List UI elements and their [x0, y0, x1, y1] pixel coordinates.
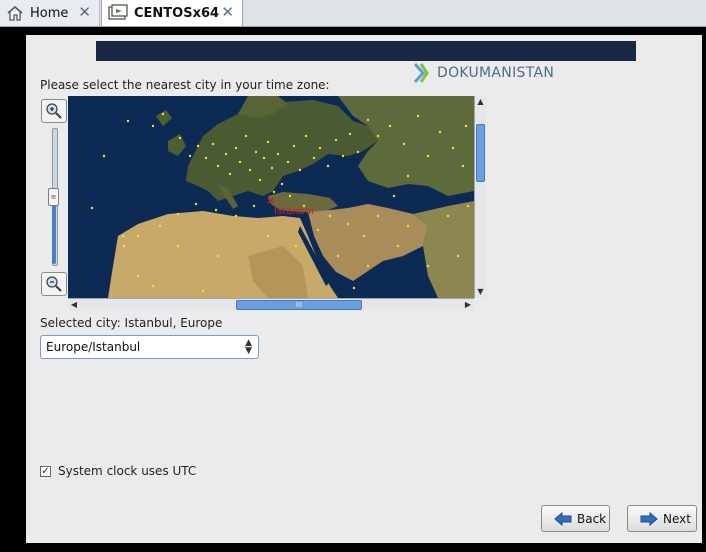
vm-border: [0, 27, 706, 35]
home-icon: [6, 5, 24, 21]
next-button[interactable]: Next: [627, 505, 697, 532]
tab-home-label: Home: [30, 5, 69, 21]
horizontal-scroll-thumb[interactable]: III: [236, 300, 362, 310]
map-city-label: Istanbul: [274, 206, 314, 217]
timezone-select-value: Europe/Istanbul: [46, 340, 141, 354]
installer-header-banner: [96, 41, 636, 61]
tab-centos[interactable]: CENTOSx64 ✕: [101, 0, 243, 26]
tab-bar: Home ✕ CENTOSx64 ✕: [0, 0, 706, 27]
vm-border-right: [702, 35, 706, 552]
vertical-scroll-thumb[interactable]: [476, 124, 485, 182]
tab-centos-label: CENTOSx64: [134, 5, 220, 21]
map-horizontal-scrollbar[interactable]: ◀ III ▶: [68, 298, 474, 311]
timezone-prompt: Please select the nearest city in your t…: [40, 78, 330, 92]
zoom-slider-handle[interactable]: ≡: [48, 188, 59, 206]
utc-option[interactable]: ✓ System clock uses UTC: [40, 464, 196, 478]
close-icon[interactable]: ✕: [78, 3, 91, 21]
zoom-slider-fill: [52, 203, 56, 264]
zoom-out-button[interactable]: [41, 272, 67, 296]
timezone-select[interactable]: Europe/Istanbul ▲ ▼: [40, 335, 259, 359]
arrow-right-icon: [640, 511, 658, 526]
back-button[interactable]: Back: [541, 505, 610, 532]
scroll-down-icon[interactable]: ▼: [475, 286, 486, 298]
scroll-up-icon[interactable]: ▲: [475, 96, 486, 108]
utc-checkbox-label: System clock uses UTC: [58, 464, 197, 478]
zoom-in-icon: [46, 103, 62, 119]
world-map-image[interactable]: × Istanbul: [68, 96, 474, 298]
close-icon[interactable]: ✕: [221, 3, 234, 21]
next-button-label: Next: [663, 511, 691, 526]
scroll-left-icon[interactable]: ◀: [68, 299, 80, 311]
updown-arrow-icon: ▲ ▼: [245, 338, 252, 356]
watermark-logo: DOKUMANISTAN: [413, 62, 554, 84]
scroll-right-icon[interactable]: ▶: [462, 299, 474, 311]
vm-icon: [108, 4, 128, 22]
utc-checkbox[interactable]: ✓: [40, 465, 51, 477]
arrow-left-icon: [554, 511, 572, 526]
watermark-logo-icon: [413, 63, 429, 83]
zoom-out-icon: [46, 276, 62, 292]
map-vertical-scrollbar[interactable]: ▲ ▼: [474, 96, 486, 298]
selected-city-label: Selected city: Istanbul, Europe: [40, 316, 223, 330]
watermark-text: DOKUMANISTAN: [437, 65, 555, 81]
back-button-label: Back: [577, 511, 607, 526]
tab-home[interactable]: Home ✕: [0, 0, 100, 26]
zoom-in-button[interactable]: [41, 99, 67, 123]
timezone-map[interactable]: × Istanbul: [68, 96, 474, 298]
